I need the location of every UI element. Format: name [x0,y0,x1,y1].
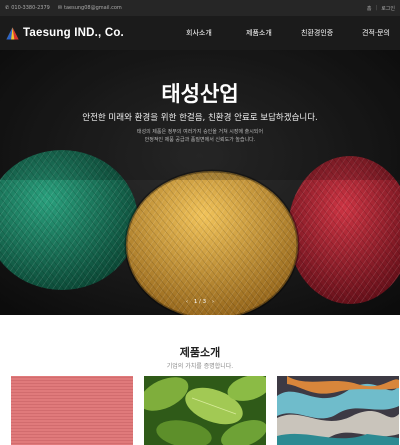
product-card-yarn[interactable] [277,376,399,445]
hero-banner: 태성산업 안전한 미래와 환경을 위한 한걸음, 친환경 안료로 보답하겠습니다… [0,50,400,315]
home-link[interactable]: 홈 [367,5,372,12]
green-leaves-image [144,376,266,445]
products-section-subtitle: 기업의 가치를 증명합니다. [166,363,234,370]
nav-eco-certification[interactable]: 친환경인증 [301,28,333,38]
slide-prev-button[interactable]: ‹ [186,299,188,305]
hero-description-line-2: 안정적인 제품 공급과 품질면에서 신뢰도가 높습니다. [144,137,256,143]
products-section-title: 제품소개 [179,346,221,359]
main-nav: 회사소개 제품소개 친환경인증 견적·문의 [0,16,400,50]
slide-counter: 1 / 3 [193,299,207,305]
slide-next-button[interactable]: › [212,299,214,305]
yarn-skeins-image [277,376,399,445]
nav-products[interactable]: 제품소개 [246,28,272,38]
pink-fabric-image [11,376,133,445]
hero-title: 태성산업 [161,82,239,106]
top-links: 홈 | 로그인 [363,5,395,12]
nav-company[interactable]: 회사소개 [186,28,212,38]
top-contact-bar: ✆ 010-3380-2379 ✉ taesung08@gmail.com 홈 … [0,0,400,16]
email-item[interactable]: ✉ taesung08@gmail.com [58,5,122,11]
mail-icon: ✉ [57,5,63,11]
product-card-fabric[interactable] [11,376,133,445]
link-separator: | [375,5,378,11]
hero-subtitle: 안전한 미래와 환경을 위한 한걸음, 친환경 안료로 보답하겠습니다. [82,113,318,123]
nav-quote-inquiry[interactable]: 견적·문의 [362,28,390,38]
email-address[interactable]: taesung08@gmail.com [64,5,122,11]
hero-description-line-1: 태성의 제품은 정부의 여러가지 승인을 거쳐 시장에 출시되어 [136,129,264,135]
product-card-leaves[interactable] [144,376,266,445]
slider-pager: ‹ 1 / 3 › [0,299,400,305]
phone-item: ✆ 010-3380-2379 [5,5,50,11]
login-link[interactable]: 로그인 [381,5,395,12]
phone-number: 010-3380-2379 [11,5,50,11]
site-header: Taesung IND., Co. 회사소개 제품소개 친환경인증 견적·문의 [0,16,400,50]
phone-icon: ✆ [5,5,10,11]
